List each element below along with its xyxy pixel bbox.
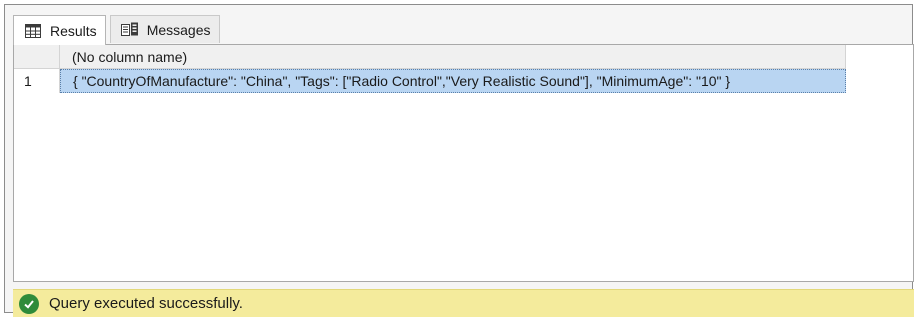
- column-header[interactable]: (No column name): [60, 45, 846, 69]
- row-number-header[interactable]: [14, 45, 60, 69]
- result-cell[interactable]: { "CountryOfManufacture": "China", "Tags…: [60, 69, 846, 93]
- tab-results[interactable]: Results: [13, 15, 106, 45]
- row-number[interactable]: 1: [14, 69, 60, 93]
- result-cell-value: { "CountryOfManufacture": "China", "Tags…: [73, 73, 731, 89]
- status-text: Query executed successfully.: [49, 295, 243, 312]
- messages-icon: [120, 22, 139, 38]
- row-number-label: 1: [24, 73, 32, 89]
- column-header-label: (No column name): [72, 48, 188, 65]
- grid-icon: [24, 23, 42, 39]
- tab-messages[interactable]: Messages: [109, 15, 220, 43]
- result-tabs: Results Messages: [13, 15, 220, 45]
- tab-results-label: Results: [50, 22, 97, 39]
- table-row: 1 { "CountryOfManufacture": "China", "Ta…: [14, 69, 846, 93]
- grid-header-row: (No column name): [14, 45, 846, 69]
- check-circle-icon: [19, 293, 39, 314]
- tab-messages-label: Messages: [146, 21, 211, 38]
- status-bar: Query executed successfully.: [13, 289, 914, 317]
- results-grid[interactable]: (No column name) 1 { "CountryOfManufactu…: [13, 44, 914, 282]
- results-pane: Results Messages (No column name) 1 {"C…: [4, 4, 914, 317]
